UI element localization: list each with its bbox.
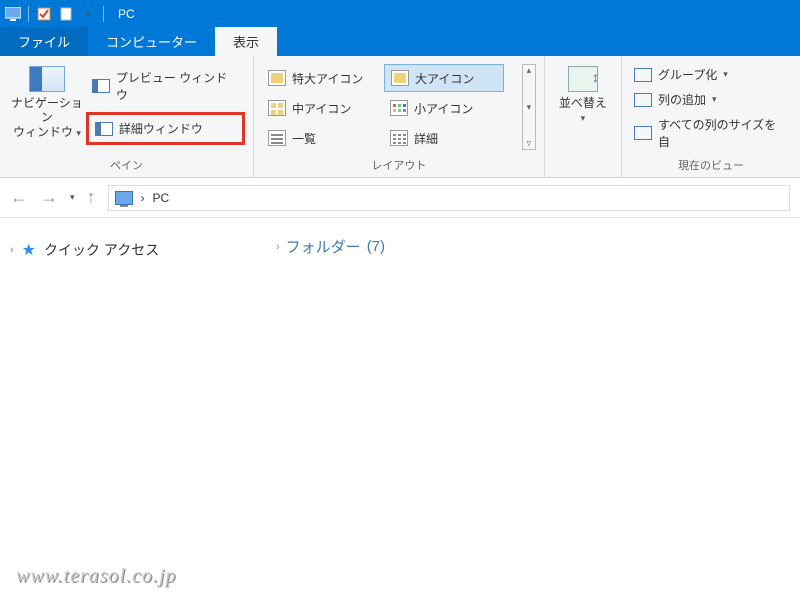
ribbon-tabs: ファイル コンピューター 表示 <box>0 28 800 56</box>
address-bar: ← → ▾ ↑ › PC <box>0 178 800 218</box>
layout-medium-icons[interactable]: 中アイコン <box>262 94 382 122</box>
sort-button[interactable]: 並べ替え▾ <box>553 60 613 125</box>
ribbon: ナビゲーション ウィンドウ ▾ プレビュー ウィンドウ 詳細ウィンドウ ペイン … <box>0 56 800 178</box>
nav-history-button[interactable]: ▾ <box>70 192 75 203</box>
layout-list[interactable]: 一覧 <box>262 124 382 152</box>
size-all-columns-button[interactable]: すべての列のサイズを自 <box>630 114 792 152</box>
ribbon-group-current-view: グループ化 ▾ 列の追加 ▾ すべての列のサイズを自 現在のビュー <box>622 56 800 177</box>
nav-back-button[interactable]: ← <box>10 187 28 208</box>
navigation-pane-icon <box>29 66 65 92</box>
ribbon-group-layout: 特大アイコン 大アイコン 中アイコン 小アイコン 一覧 詳細 ▴ ▾ ▿ レイアウト <box>254 56 545 177</box>
tab-computer[interactable]: コンピューター <box>88 27 215 56</box>
window-title: PC <box>118 7 135 21</box>
ribbon-group-sort: 並べ替え▾ <box>545 56 622 177</box>
qat-divider-2 <box>103 6 104 22</box>
nav-up-button[interactable]: ↑ <box>87 187 96 208</box>
add-columns-icon <box>634 93 652 107</box>
size-columns-icon <box>634 126 652 140</box>
navigation-pane-label: ナビゲーション ウィンドウ ▾ <box>8 96 86 139</box>
layout-large-icons[interactable]: 大アイコン <box>384 64 504 92</box>
navigation-pane-button[interactable]: ナビゲーション ウィンドウ ▾ <box>8 60 86 139</box>
watermark: www.terasol.co.jp <box>16 565 177 588</box>
pc-icon <box>115 191 133 205</box>
chevron-right-icon[interactable]: › <box>276 241 280 253</box>
scroll-down-icon[interactable]: ▾ <box>523 102 535 113</box>
details-pane-label: 詳細ウィンドウ <box>119 120 203 137</box>
ribbon-group-panes: ナビゲーション ウィンドウ ▾ プレビュー ウィンドウ 詳細ウィンドウ ペイン <box>0 56 254 177</box>
sort-icon <box>568 66 598 92</box>
tab-file[interactable]: ファイル <box>0 27 88 56</box>
layout-scroll[interactable]: ▴ ▾ ▿ <box>522 64 536 150</box>
small-icon <box>390 100 408 116</box>
address-sep: › <box>141 191 145 205</box>
qat-divider <box>28 6 29 22</box>
group-by-button[interactable]: グループ化 ▾ <box>630 64 792 85</box>
nav-forward-button[interactable]: → <box>40 187 58 208</box>
app-icon <box>4 5 22 23</box>
current-view-group-label: 現在のビュー <box>630 154 792 177</box>
details-icon <box>390 130 408 146</box>
extra-large-icon <box>268 70 286 86</box>
add-columns-button[interactable]: 列の追加 ▾ <box>630 89 792 110</box>
folders-label: フォルダー <box>286 236 361 257</box>
qat-properties-icon[interactable] <box>35 5 53 23</box>
scroll-up-icon[interactable]: ▴ <box>523 65 535 76</box>
quick-access-label: クイック アクセス <box>44 240 159 260</box>
list-icon <box>268 130 286 146</box>
content-area: › ★ クイック アクセス › フォルダー (7) <box>0 218 800 600</box>
preview-pane-label: プレビュー ウィンドウ <box>116 69 239 103</box>
sort-group-label <box>553 158 613 177</box>
sort-label: 並べ替え▾ <box>559 96 607 125</box>
chevron-right-icon[interactable]: › <box>10 244 14 256</box>
group-by-icon <box>634 68 652 82</box>
preview-pane-button[interactable]: プレビュー ウィンドウ <box>86 66 245 106</box>
layout-small-icons[interactable]: 小アイコン <box>384 94 504 122</box>
main-pane: › フォルダー (7) <box>262 218 800 600</box>
folders-group-header[interactable]: › フォルダー (7) <box>276 236 786 257</box>
layout-group-label: レイアウト <box>262 154 536 177</box>
folders-count: (7) <box>367 238 385 255</box>
title-bar: ▾ PC <box>0 0 800 28</box>
medium-icon <box>268 100 286 116</box>
address-field[interactable]: › PC <box>108 185 790 211</box>
layout-details[interactable]: 詳細 <box>384 124 504 152</box>
large-icon <box>391 70 409 86</box>
navigation-sidebar: › ★ クイック アクセス <box>0 218 262 600</box>
details-pane-button[interactable]: 詳細ウィンドウ <box>86 112 245 145</box>
panes-group-label: ペイン <box>8 154 245 177</box>
qat-new-icon[interactable] <box>57 5 75 23</box>
preview-pane-icon <box>92 79 110 93</box>
details-pane-icon <box>95 122 113 136</box>
star-icon: ★ <box>22 240 36 260</box>
address-location: PC <box>153 191 170 205</box>
scroll-expand-icon[interactable]: ▿ <box>523 138 535 149</box>
sidebar-item-quick-access[interactable]: › ★ クイック アクセス <box>10 240 252 260</box>
tab-view[interactable]: 表示 <box>215 27 277 56</box>
qat-dropdown-icon[interactable]: ▾ <box>79 5 97 23</box>
layout-extra-large-icons[interactable]: 特大アイコン <box>262 64 382 92</box>
